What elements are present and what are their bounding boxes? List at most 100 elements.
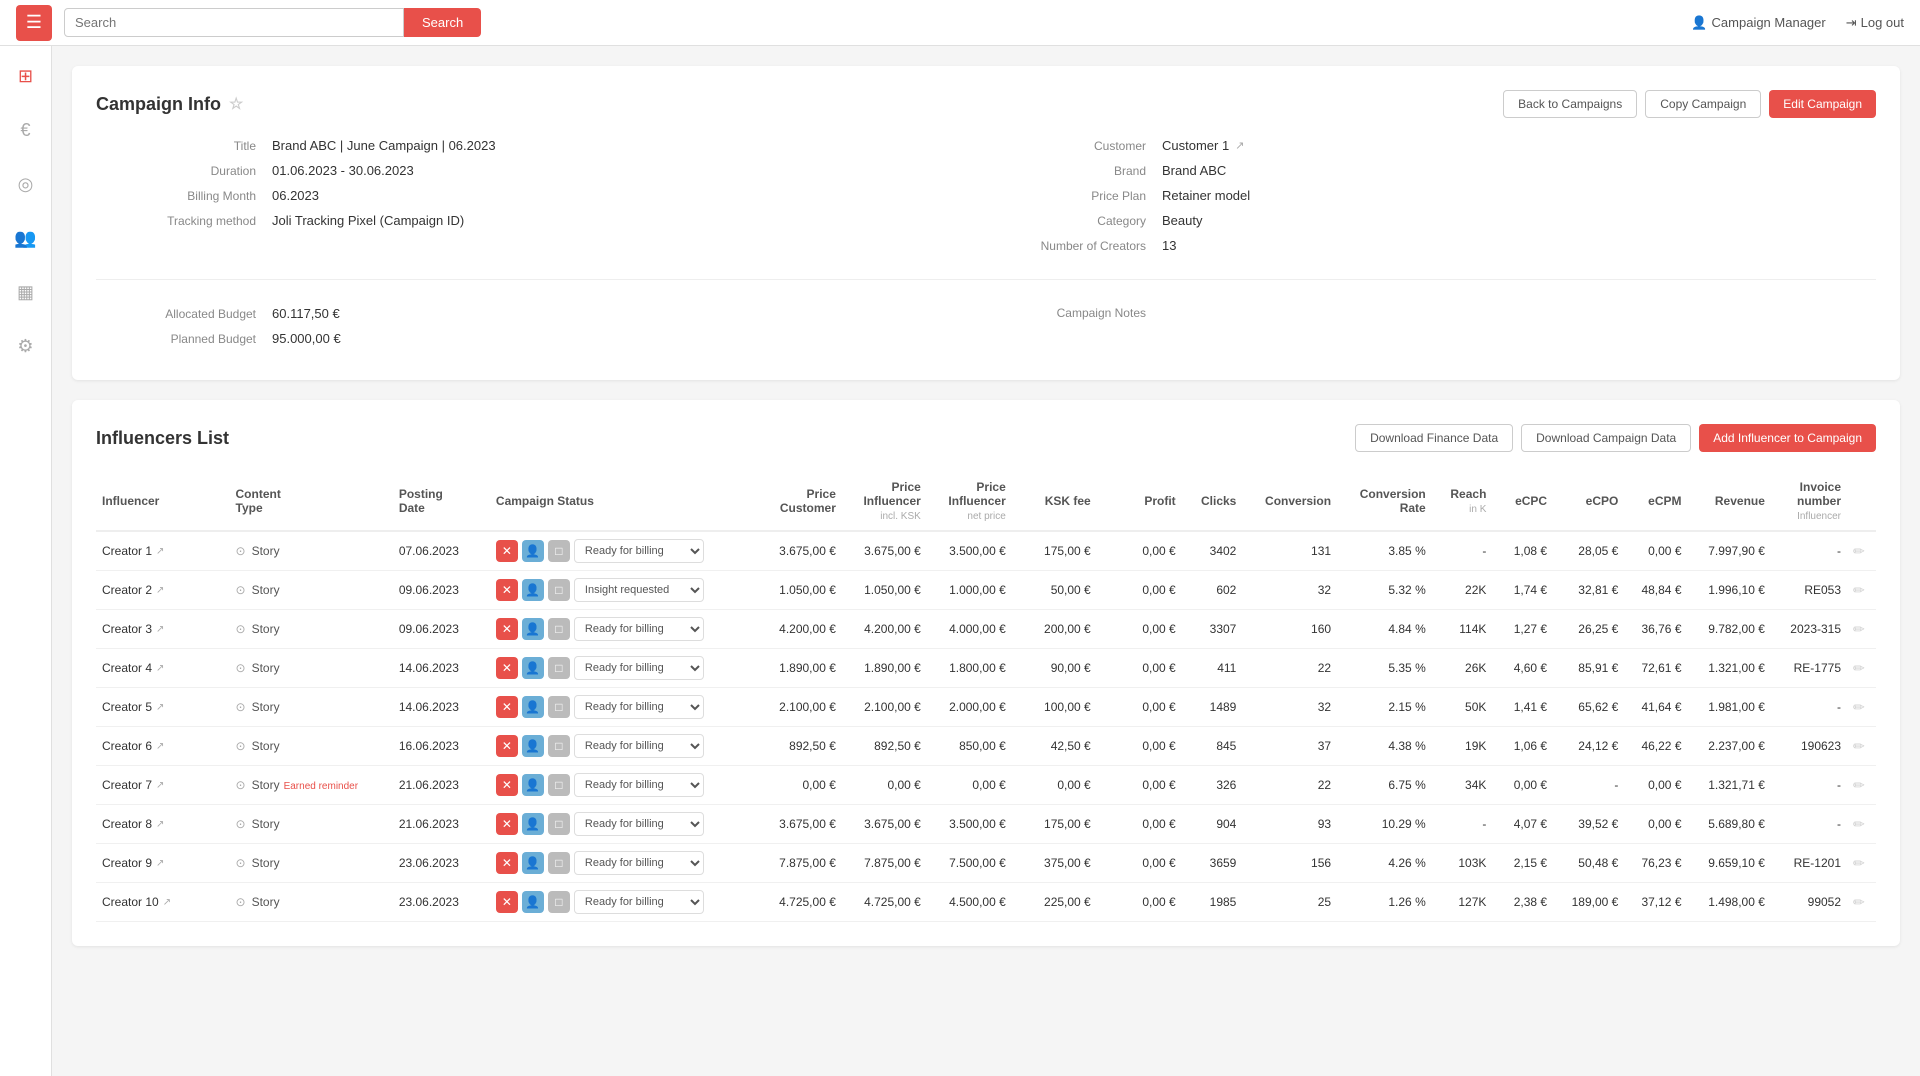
status-select[interactable]: Ready for billingInsight requestedPublis…	[574, 578, 704, 602]
search-input[interactable]	[64, 8, 404, 37]
customer-external-link-icon[interactable]: ↗	[1235, 139, 1244, 152]
user-button[interactable]: 👤	[522, 774, 544, 796]
status-select[interactable]: Ready for billingInsight requestedPublis…	[574, 773, 704, 797]
user-button[interactable]: 👤	[522, 579, 544, 601]
conversion-cell: 156	[1242, 844, 1337, 883]
edit-row-button[interactable]: ✏	[1853, 738, 1865, 755]
info-button[interactable]: □	[548, 657, 570, 679]
status-select[interactable]: Ready for billingInsight requestedPublis…	[574, 734, 704, 758]
creator-link-5[interactable]: Creator 5 ↗	[102, 700, 224, 714]
download-campaign-button[interactable]: Download Campaign Data	[1521, 424, 1691, 452]
user-button[interactable]: 👤	[522, 540, 544, 562]
ecpc-cell: 1,08 €	[1492, 531, 1553, 571]
creator-link-6[interactable]: Creator 6 ↗	[102, 739, 224, 753]
edit-campaign-button[interactable]: Edit Campaign	[1769, 90, 1876, 118]
sidebar-icon-users[interactable]: 👥	[8, 220, 44, 256]
delete-button[interactable]: ✕	[496, 618, 518, 640]
logout-link[interactable]: ⇥ Log out	[1846, 15, 1904, 31]
conversion-cell: 22	[1242, 766, 1337, 805]
status-cell: ✕ 👤 □ Ready for billingInsight requested…	[490, 610, 757, 649]
status-select[interactable]: Ready for billingInsight requestedPublis…	[574, 812, 704, 836]
sidebar-icon-calendar[interactable]: ▦	[8, 274, 44, 310]
creator-external-link-icon: ↗	[156, 741, 164, 752]
row-action-buttons: ✕ 👤 □	[496, 696, 570, 718]
edit-row-button[interactable]: ✏	[1853, 699, 1865, 716]
creator-link-9[interactable]: Creator 9 ↗	[102, 856, 224, 870]
edit-row-button[interactable]: ✏	[1853, 543, 1865, 560]
info-button[interactable]: □	[548, 774, 570, 796]
price-plan-value: Retainer model	[1162, 188, 1250, 203]
creator-link-7[interactable]: Creator 7 ↗	[102, 778, 224, 792]
user-button[interactable]: 👤	[522, 813, 544, 835]
info-button[interactable]: □	[548, 735, 570, 757]
sidebar-icon-euro[interactable]: €	[8, 112, 44, 148]
delete-button[interactable]: ✕	[496, 852, 518, 874]
ecpc-cell: 4,07 €	[1492, 805, 1553, 844]
user-button[interactable]: 👤	[522, 618, 544, 640]
influencers-card: Influencers List Download Finance Data D…	[72, 400, 1900, 946]
status-select[interactable]: Ready for billingInsight requestedPublis…	[574, 617, 704, 641]
user-button[interactable]: 👤	[522, 735, 544, 757]
posting-date-cell: 16.06.2023	[393, 727, 490, 766]
col-profit: Profit	[1097, 472, 1182, 531]
price-influencer-cell: 4.200,00 €	[842, 610, 927, 649]
delete-button[interactable]: ✕	[496, 774, 518, 796]
edit-row-button[interactable]: ✏	[1853, 855, 1865, 872]
hamburger-button[interactable]: ☰	[16, 5, 52, 41]
sidebar-icon-grid[interactable]: ⊞	[8, 58, 44, 94]
edit-row-button[interactable]: ✏	[1853, 621, 1865, 638]
edit-row-button[interactable]: ✏	[1853, 894, 1865, 911]
delete-button[interactable]: ✕	[496, 657, 518, 679]
info-button[interactable]: □	[548, 891, 570, 913]
delete-button[interactable]: ✕	[496, 813, 518, 835]
creator-link-3[interactable]: Creator 3 ↗	[102, 622, 224, 636]
status-select[interactable]: Ready for billingInsight requestedPublis…	[574, 890, 704, 914]
ksk-fee-cell: 100,00 €	[1012, 688, 1097, 727]
info-button[interactable]: □	[548, 813, 570, 835]
user-button[interactable]: 👤	[522, 852, 544, 874]
campaign-manager-link[interactable]: 👤 Campaign Manager	[1691, 15, 1825, 31]
delete-button[interactable]: ✕	[496, 891, 518, 913]
info-button[interactable]: □	[548, 696, 570, 718]
creator-link-4[interactable]: Creator 4 ↗	[102, 661, 224, 675]
edit-row-button[interactable]: ✏	[1853, 816, 1865, 833]
delete-button[interactable]: ✕	[496, 696, 518, 718]
brand-label: Brand	[1006, 164, 1146, 178]
search-button[interactable]: Search	[404, 8, 481, 37]
sidebar-icon-instagram[interactable]: ◎	[8, 166, 44, 202]
story-icon: ⊙	[236, 856, 246, 870]
status-select[interactable]: Ready for billingInsight requestedPublis…	[574, 539, 704, 563]
ecpm-cell: 37,12 €	[1624, 883, 1687, 922]
add-influencer-button[interactable]: Add Influencer to Campaign	[1699, 424, 1876, 452]
delete-button[interactable]: ✕	[496, 540, 518, 562]
favorite-icon[interactable]: ☆	[229, 94, 243, 114]
user-button[interactable]: 👤	[522, 696, 544, 718]
creator-link-1[interactable]: Creator 1 ↗	[102, 544, 224, 558]
info-button[interactable]: □	[548, 540, 570, 562]
info-button[interactable]: □	[548, 618, 570, 640]
delete-button[interactable]: ✕	[496, 579, 518, 601]
edit-row-button[interactable]: ✏	[1853, 777, 1865, 794]
price-plan-label: Price Plan	[1006, 189, 1146, 203]
posting-date-cell: 23.06.2023	[393, 883, 490, 922]
user-button[interactable]: 👤	[522, 891, 544, 913]
status-select[interactable]: Ready for billingInsight requestedPublis…	[574, 851, 704, 875]
copy-campaign-button[interactable]: Copy Campaign	[1645, 90, 1761, 118]
info-button[interactable]: □	[548, 852, 570, 874]
creator-link-2[interactable]: Creator 2 ↗	[102, 583, 224, 597]
ksk-fee-cell: 90,00 €	[1012, 649, 1097, 688]
sidebar-icon-settings[interactable]: ⚙	[8, 328, 44, 364]
user-button[interactable]: 👤	[522, 657, 544, 679]
info-button[interactable]: □	[548, 579, 570, 601]
edit-row-button[interactable]: ✏	[1853, 582, 1865, 599]
creator-link-10[interactable]: Creator 10 ↗	[102, 895, 224, 909]
creator-link-8[interactable]: Creator 8 ↗	[102, 817, 224, 831]
edit-row-button[interactable]: ✏	[1853, 660, 1865, 677]
content-type-cell: ⊙ Story	[230, 805, 393, 844]
download-finance-button[interactable]: Download Finance Data	[1355, 424, 1513, 452]
status-select[interactable]: Ready for billingInsight requestedPublis…	[574, 656, 704, 680]
back-to-campaigns-button[interactable]: Back to Campaigns	[1503, 90, 1637, 118]
price-influencer-cell: 892,50 €	[842, 727, 927, 766]
delete-button[interactable]: ✕	[496, 735, 518, 757]
status-select[interactable]: Ready for billingInsight requestedPublis…	[574, 695, 704, 719]
